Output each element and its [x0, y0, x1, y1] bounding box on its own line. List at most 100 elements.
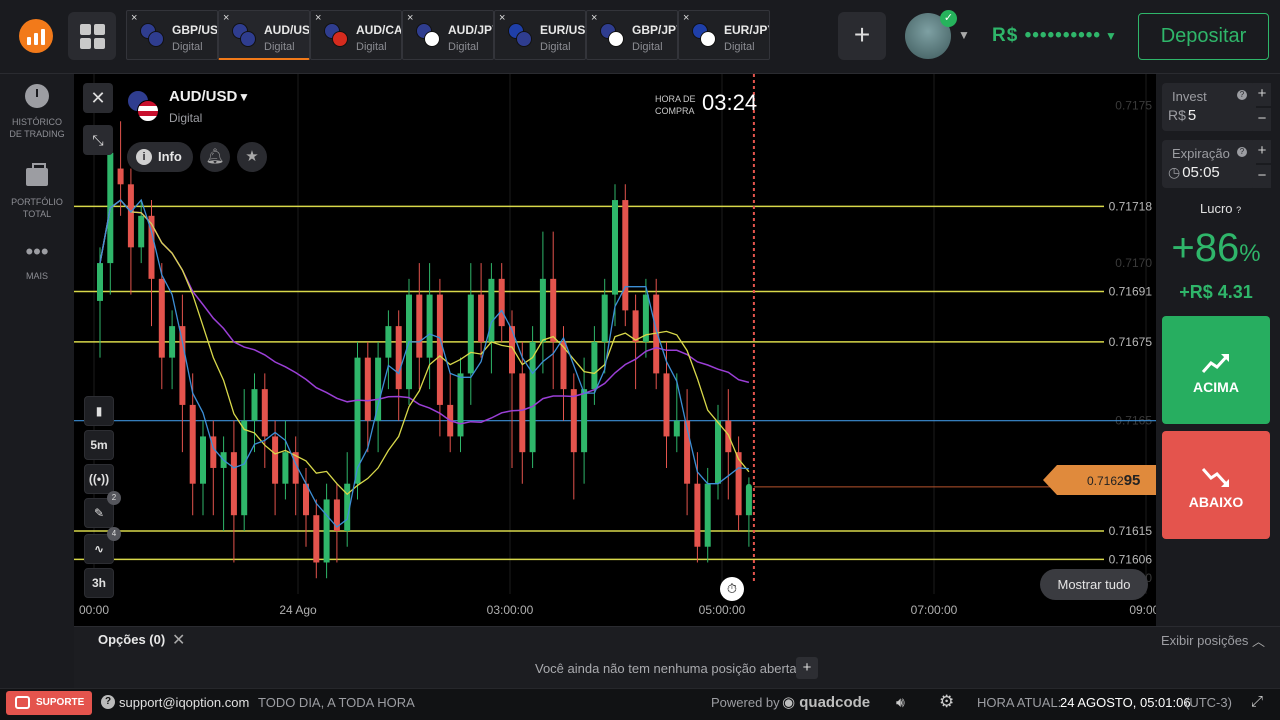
expiry-minus-button[interactable]: −: [1253, 165, 1271, 188]
deposit-button[interactable]: Depositar: [1138, 13, 1269, 60]
x-tick-label: 07:00:00: [911, 603, 958, 617]
candle-body: [663, 373, 670, 437]
candle-body: [313, 515, 320, 563]
asset-chevron-down-icon[interactable]: ▼: [238, 90, 250, 104]
close-tab-icon[interactable]: ×: [499, 12, 505, 24]
candle-body: [704, 483, 711, 547]
indicator-count-badge: 4: [107, 527, 121, 541]
bell-icon[interactable]: 🔔︎: [200, 142, 230, 172]
asset-tab[interactable]: × AUD/CAD Digital: [310, 10, 402, 60]
top-bar: × GBP/USD Digital × AUD/USD Digital × AUD/CAD Di…: [0, 0, 1280, 74]
tab-pair: AUD/CAD: [356, 23, 402, 37]
currency-flag-icon: [600, 23, 626, 49]
gear-icon[interactable]: ⚙: [939, 692, 954, 712]
close-tab-icon[interactable]: ×: [131, 12, 137, 24]
support-button[interactable]: SUPORTE: [6, 691, 92, 715]
tab-pair: EUR/JPY: [724, 23, 769, 37]
asset-tab[interactable]: × AUD/USD Digital: [218, 10, 310, 60]
signals-button[interactable]: ((•)): [84, 464, 114, 494]
star-icon[interactable]: ★: [237, 142, 267, 172]
close-tab-icon[interactable]: ×: [407, 12, 413, 24]
put-down-button[interactable]: ABAIXO: [1162, 431, 1270, 539]
ma-fast-line: [99, 198, 749, 528]
asset-tab[interactable]: × GBP/JPY Digital: [586, 10, 678, 60]
tab-pair: GBP/USD: [172, 23, 218, 37]
expiry-field[interactable]: Expiração ? ◷ 05:05: [1162, 140, 1256, 188]
invest-field[interactable]: Invest ? R$ 5: [1162, 83, 1256, 131]
expiry-value[interactable]: 05:05: [1182, 164, 1220, 181]
candle-body: [138, 215, 145, 248]
buy-time: 03:24: [702, 90, 758, 115]
apps-grid-button[interactable]: [68, 12, 116, 60]
invest-minus-button[interactable]: −: [1253, 108, 1271, 131]
candle-body: [581, 389, 588, 453]
candle-body: [282, 452, 289, 484]
sidebar-item-label: HISTÓRICO DE TRADING: [9, 117, 65, 139]
timeframe-button[interactable]: 5m: [84, 430, 114, 460]
help-icon[interactable]: ?: [1237, 147, 1247, 157]
close-icon[interactable]: ✕: [172, 630, 185, 650]
help-icon[interactable]: ?: [1236, 205, 1241, 215]
asset-tab[interactable]: × GBP/USD Digital: [126, 10, 218, 60]
candle-body: [158, 278, 165, 358]
chevron-down-icon[interactable]: ▼: [958, 28, 970, 42]
show-positions-link[interactable]: Exibir posições: [1161, 633, 1248, 648]
close-tab-icon[interactable]: ×: [223, 12, 229, 24]
asset-kind: Digital: [169, 111, 203, 125]
range-button[interactable]: 3h: [84, 568, 114, 598]
tab-kind: Digital: [724, 41, 755, 53]
sidebar-item-history[interactable]: HISTÓRICO DE TRADING: [0, 84, 74, 140]
asset-tab[interactable]: × EUR/JPY Digital: [678, 10, 770, 60]
balance[interactable]: R$ ••••••••••: [992, 25, 1101, 47]
asset-name[interactable]: AUD/USD: [169, 88, 237, 105]
chevron-up-icon[interactable]: ︿: [1252, 631, 1265, 650]
expiry-plus-button[interactable]: +: [1253, 140, 1271, 163]
briefcase-icon: [26, 163, 48, 186]
current-price-dot: [745, 483, 752, 490]
currency-flag-icon: [140, 23, 166, 49]
candle-body: [436, 294, 443, 405]
call-up-button[interactable]: ACIMA: [1162, 316, 1270, 424]
close-tab-icon[interactable]: ×: [591, 12, 597, 24]
candle-body: [395, 326, 402, 390]
collapse-icon[interactable]: ⤡: [83, 125, 113, 155]
tab-kind: Digital: [632, 41, 663, 53]
sidebar-item-more[interactable]: ••• MAIS: [0, 240, 74, 282]
indicators-button[interactable]: ∿ 4: [84, 527, 121, 564]
avatar[interactable]: ✓: [905, 10, 957, 59]
trend-up-icon: [1202, 353, 1230, 373]
ma-mid-line: [99, 199, 750, 496]
help-icon[interactable]: ?: [1237, 90, 1247, 100]
tab-pair: AUD/USD: [264, 23, 310, 37]
asset-tab[interactable]: × EUR/USD Digital: [494, 10, 586, 60]
currency-flag-icon: [692, 23, 718, 49]
close-chart-button[interactable]: ✕: [83, 83, 113, 113]
drawing-tools-button[interactable]: ✎ 2: [84, 491, 121, 528]
add-position-button[interactable]: +: [796, 657, 818, 679]
x-tick-label: 03:00:00: [487, 603, 534, 617]
clock-icon: [25, 84, 49, 108]
profit-percent: +86%: [1171, 226, 1261, 270]
invest-plus-button[interactable]: +: [1253, 83, 1271, 106]
invest-value[interactable]: 5: [1188, 107, 1196, 124]
info-button[interactable]: i Info: [127, 142, 193, 172]
options-title[interactable]: Opções (0): [98, 632, 165, 647]
powered-by: Powered by: [711, 695, 780, 710]
chat-icon: [15, 696, 30, 709]
show-all-button[interactable]: Mostrar tudo: [1040, 569, 1148, 600]
asset-tab[interactable]: × AUD/JPY Digital: [402, 10, 494, 60]
sound-icon[interactable]: 🔊︎: [896, 694, 905, 711]
tab-kind: Digital: [172, 41, 203, 53]
iqoption-logo[interactable]: [19, 19, 53, 53]
add-tab-button[interactable]: +: [838, 12, 886, 60]
support-email[interactable]: support@iqoption.com: [119, 695, 249, 710]
clock-icon: ◷: [1168, 164, 1181, 180]
sidebar-item-portfolio[interactable]: PORTFÓLIO TOTAL: [0, 163, 74, 220]
close-tab-icon[interactable]: ×: [315, 12, 321, 24]
balance-chevron-down-icon[interactable]: ▼: [1105, 29, 1117, 43]
chart-type-button[interactable]: ▮: [84, 396, 114, 426]
level-label: 0.71691: [1109, 284, 1153, 298]
fullscreen-icon[interactable]: ⤢: [1251, 693, 1263, 710]
close-tab-icon[interactable]: ×: [683, 12, 689, 24]
info-label: Info: [158, 149, 182, 164]
